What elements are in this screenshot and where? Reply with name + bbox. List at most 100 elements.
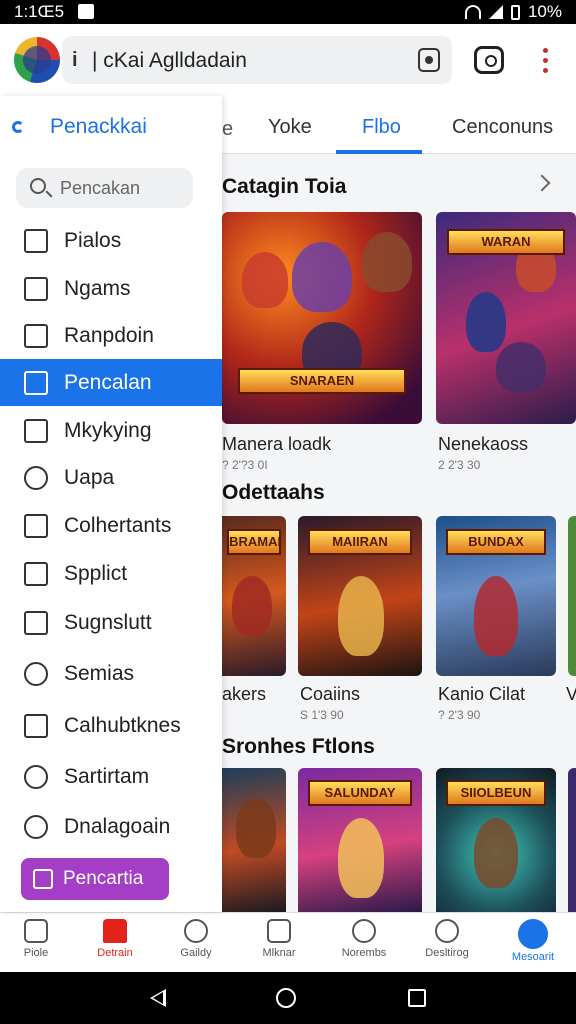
tag-icon [24,713,48,738]
drawer-item-colhertants[interactable]: Colhertants [0,502,222,549]
promo-label: Pencartia [63,868,144,889]
nav-item-mlknar[interactable]: Mlknar [238,919,320,959]
card-badge: BUNDAX [445,528,547,555]
nav-item-gaildy[interactable]: Gaildy [155,919,237,959]
notification-icon [78,4,94,19]
drawer-item-label: Ngams [64,276,131,300]
drawer-item-sugnslutt[interactable]: Sugnslutt [0,599,222,646]
drawer-item-label: Pencalan [64,370,152,394]
drawer-item-sartirtam[interactable]: Sartirtam [0,753,222,800]
nav-label: Mlknar [262,947,296,959]
promo-button[interactable]: Pencartia [21,858,169,900]
drawer-search-placeholder: Pencakan [60,178,141,198]
drawer-item-label: Sugnslutt [64,610,152,634]
section-title: Odettaahs [222,481,325,504]
tab-partial[interactable]: e [222,118,233,141]
camera-icon[interactable] [418,48,440,72]
loading-icon [12,121,24,133]
drawer-item-label: Semias [64,661,135,685]
game-card[interactable]: WARAN [436,212,576,424]
nav-label: Gaildy [180,947,212,959]
drawer-item-pencalan[interactable]: Pencalan [0,359,222,406]
drawer-item-ranpdoin[interactable]: Ranpdoin [0,312,222,359]
game-card[interactable] [568,768,576,912]
card-title[interactable]: akers [222,684,266,705]
card-badge: WARAN [447,228,565,255]
nav-label: Desltirog [425,947,469,959]
tab-yoke[interactable]: Yoke [268,116,312,139]
more-menu-icon[interactable] [540,46,550,76]
game-card[interactable] [222,768,286,912]
game-card[interactable]: SIIOLBEUN [436,768,556,912]
drawer-item-label: Dnalagoain [64,814,171,838]
page-icon [24,370,48,395]
tab-cenconuns[interactable]: Cenconuns [452,116,553,139]
drawer-title: Penackkai [50,115,147,138]
card-meta: ? 2'?3 0I [222,458,268,472]
account-icon [518,919,548,949]
nav-item-desltirog[interactable]: Desltirog [406,919,488,959]
card-badge: SIIOLBEUN [445,779,547,806]
drawer-item-calhubtknes[interactable]: Calhubtknes [0,702,222,749]
card-badge: BRAMAN [227,528,281,555]
home-circle-icon[interactable] [276,988,296,1008]
drawer-item-label: Pialos [64,228,122,252]
info-icon[interactable]: i [72,49,78,72]
nav-label: Mesoarit [511,951,555,963]
drawer-item-label: Colhertants [64,513,172,537]
drawer-item-ngams[interactable]: Ngams [0,265,222,312]
slash-icon [24,610,48,635]
card-title[interactable]: Kanio Cilat [438,684,525,705]
drawer-search-input[interactable]: Pencakan [16,168,193,208]
nav-label: Detrain [97,947,133,959]
game-card[interactable]: SNARAEN [222,212,422,424]
tab-flbo[interactable]: Flbo [362,116,401,139]
nav-item-norembs[interactable]: Norembs [323,919,405,959]
bottom-navigation: Piole Detrain Gaildy Mlknar Norembs Desl… [0,912,576,972]
game-card[interactable]: BUNDAX [436,516,556,676]
card-title[interactable]: Nenekaoss [438,434,528,455]
card-badge: MAIIRAN [307,528,413,555]
recents-icon[interactable] [408,989,426,1007]
drawer-item-label: Uapa [64,465,115,489]
bookmark-icon [24,323,48,348]
share-icon [24,276,48,301]
card-title[interactable]: Manera loadk [222,434,331,455]
app-logo[interactable] [14,37,60,83]
game-card[interactable] [568,516,576,676]
back-icon[interactable] [150,989,166,1007]
game-card[interactable]: SALUNDAY [298,768,422,912]
card-badge: SALUNDAY [307,779,413,806]
section-title: Sronhes Ftlons [222,735,375,758]
card-title[interactable]: Coaiins [300,684,360,705]
drawer-item-dnalagoain[interactable]: Dnalagoain [0,803,222,850]
nav-item-detrain[interactable]: Detrain [74,919,156,959]
drawer-item-semias[interactable]: Semias [0,650,222,697]
home-icon [24,919,48,943]
edit-icon [24,513,48,538]
lens-icon[interactable] [474,46,504,74]
search-icon [30,178,46,194]
signal-icon [488,5,503,19]
game-card[interactable]: BRAMAN [222,516,286,676]
game-card[interactable]: MAIIRAN [298,516,422,676]
chevron-right-icon[interactable] [533,174,551,192]
system-navigation-bar [0,972,576,1024]
drawer-item-uapa[interactable]: Uapa [0,454,222,501]
chat-search-icon [184,919,208,943]
drawer-item-spplict[interactable]: Spplict [0,550,222,597]
card-title[interactable]: V [566,684,576,705]
drawer-item-label: Calhubtknes [64,713,181,737]
drawer-header: Penackkai [12,114,147,140]
drawer-item-pialos[interactable]: Pialos [0,217,222,264]
message-icon [435,919,459,943]
nav-item-piole[interactable]: Piole [0,919,77,959]
nav-label: Norembs [341,947,387,959]
card-meta: ? 2'3 90 [438,708,481,722]
search-bar[interactable]: i | cKai Aglldadain [62,36,452,84]
battery-level: 10% [527,2,562,21]
drawer-item-mkykying[interactable]: Mkykying [0,407,222,454]
columns-icon [24,228,48,253]
nav-item-mesoarit[interactable]: Mesoarit [492,919,574,963]
search-bar-text[interactable]: | cKai Aglldadain [92,49,247,73]
